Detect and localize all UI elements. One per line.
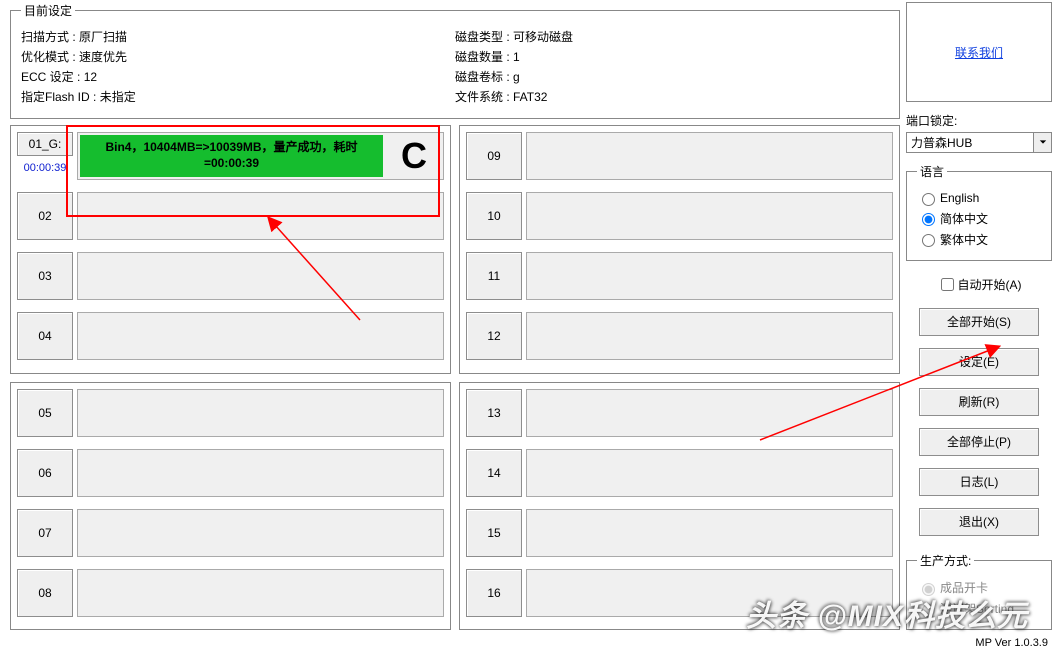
language-option-traditional[interactable]: 繁体中文 [917,231,1041,248]
slot-button-04[interactable]: 04 [17,312,73,360]
slot-time-01: 00:00:39 [17,157,73,179]
slot-button-16[interactable]: 16 [466,569,522,617]
settings-legend: 目前设定 [21,2,75,19]
log-button[interactable]: 日志(L) [919,468,1039,496]
contact-box: 联系我们 [906,2,1052,102]
production-legend: 生产方式: [917,552,974,569]
port-lock-combo[interactable]: 力普森HUB [906,132,1052,153]
slot-button-05[interactable]: 05 [17,389,73,437]
settings-button[interactable]: 设定(E) [919,348,1039,376]
language-legend: 语言 [917,163,947,180]
start-all-button[interactable]: 全部开始(S) [919,308,1039,336]
language-group: 语言 English 简体中文 繁体中文 [906,163,1052,261]
slot-row-03: 03 [17,252,444,300]
slot-button-06[interactable]: 06 [17,449,73,497]
slot-button-13[interactable]: 13 [466,389,522,437]
slot-row-04: 04 [17,312,444,360]
slot-row-02: 02 [17,192,444,240]
slot-button-11[interactable]: 11 [466,252,522,300]
setting-filesystem: 文件系统 : FAT32 [455,88,889,105]
setting-disk-type: 磁盘类型 : 可移动磁盘 [455,28,889,45]
current-settings-group: 目前设定 扫描方式 : 原厂扫描 优化模式 : 速度优先 ECC 设定 : 12… [10,2,900,119]
production-option-sorting[interactable]: 测试架Sorting [917,600,1041,617]
slot-button-03[interactable]: 03 [17,252,73,300]
port-lock-label: 端口锁定: [906,112,1052,129]
slot-button-12[interactable]: 12 [466,312,522,360]
production-group: 生产方式: 成品开卡 测试架Sorting [906,552,1052,630]
stop-all-button[interactable]: 全部停止(P) [919,428,1039,456]
slot-button-01[interactable]: 01_G: [17,132,73,156]
setting-disk-count: 磁盘数量 : 1 [455,48,889,65]
setting-ecc: ECC 设定 : 12 [21,68,455,85]
slot-button-14[interactable]: 14 [466,449,522,497]
slot-button-15[interactable]: 15 [466,509,522,557]
chevron-down-icon[interactable] [1033,133,1051,152]
refresh-button[interactable]: 刷新(R) [919,388,1039,416]
slot-button-07[interactable]: 07 [17,509,73,557]
slot-message-01: Bin4，10404MB=>10039MB，量产成功，耗时=00:00:39 [80,135,383,177]
slot-status-letter-01: C [385,133,443,179]
version-label: MP Ver 1.0.3.9 [975,637,1048,649]
auto-start-checkbox[interactable]: 自动开始(A) [906,275,1052,294]
language-option-english[interactable]: English [917,190,1041,206]
contact-us-link[interactable]: 联系我们 [955,44,1003,61]
port-lock-value: 力普森HUB [907,133,1033,152]
slot-button-02[interactable]: 02 [17,192,73,240]
slot-row-01: 01_G: 00:00:39 Bin4，10404MB=>10039MB，量产成… [17,132,444,180]
exit-button[interactable]: 退出(X) [919,508,1039,536]
slot-panel-4: 13 14 15 16 [459,382,900,631]
slot-button-08[interactable]: 08 [17,569,73,617]
production-option-card[interactable]: 成品开卡 [917,579,1041,596]
language-option-simplified[interactable]: 简体中文 [917,210,1041,227]
setting-optimize-mode: 优化模式 : 速度优先 [21,48,455,65]
setting-disk-volume: 磁盘卷标 : g [455,68,889,85]
slot-panel-2: 09 10 11 12 [459,125,900,374]
slot-panel-1: 01_G: 00:00:39 Bin4，10404MB=>10039MB，量产成… [10,125,451,374]
slots-grid: 01_G: 00:00:39 Bin4，10404MB=>10039MB，量产成… [10,125,900,630]
slot-panel-3: 05 06 07 08 [10,382,451,631]
setting-flash-id: 指定Flash ID : 未指定 [21,88,455,105]
setting-scan-mode: 扫描方式 : 原厂扫描 [21,28,455,45]
slot-button-10[interactable]: 10 [466,192,522,240]
slot-button-09[interactable]: 09 [466,132,522,180]
